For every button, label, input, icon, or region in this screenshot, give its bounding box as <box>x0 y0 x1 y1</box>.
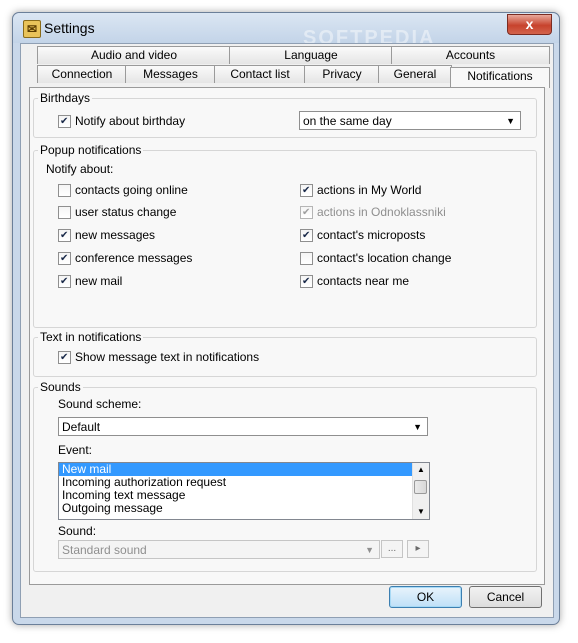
notify-about-label: Notify about: <box>46 162 114 176</box>
sounds-group-label: Sounds <box>38 380 83 394</box>
left-checkbox-4[interactable]: new mail <box>58 274 122 288</box>
window-title: Settings <box>44 20 95 36</box>
checkbox-box[interactable] <box>58 274 71 288</box>
ok-button[interactable]: OK <box>389 586 462 608</box>
right-checkbox-label: actions in My World <box>317 183 422 197</box>
right-checkbox-label: contact's microposts <box>317 228 426 242</box>
left-checkbox-label: contacts going online <box>75 183 188 197</box>
birthdays-group-label: Birthdays <box>38 91 93 105</box>
birthday-timing-dropdown[interactable]: on the same day ▼ <box>299 111 521 130</box>
left-checkbox-label: conference messages <box>75 251 193 265</box>
tab-messages[interactable]: Messages <box>125 65 216 83</box>
checkbox-box[interactable] <box>58 205 71 219</box>
birthday-timing-value: on the same day <box>303 114 392 128</box>
tab-general[interactable]: General <box>378 65 452 83</box>
tab-audio-and-video[interactable]: Audio and video <box>37 46 231 64</box>
sound-scheme-value: Default <box>62 420 101 434</box>
right-checkbox-4[interactable]: contacts near me <box>300 274 409 288</box>
cancel-button[interactable]: Cancel <box>469 586 542 608</box>
tab-accounts[interactable]: Accounts <box>391 46 550 64</box>
text-notifications-group-label: Text in notifications <box>38 330 144 344</box>
tab-privacy[interactable]: Privacy <box>304 65 380 83</box>
left-checkbox-label: new mail <box>75 274 123 288</box>
popup-group-label: Popup notifications <box>38 143 144 157</box>
notify-birthday-label: Notify about birthday <box>75 114 186 128</box>
checkbox-box[interactable] <box>300 183 313 197</box>
checkbox-box[interactable] <box>58 114 71 128</box>
tab-connection[interactable]: Connection <box>37 65 127 83</box>
checkbox-box[interactable] <box>300 274 313 288</box>
chevron-down-icon: ▼ <box>506 116 515 126</box>
chevron-down-icon: ▼ <box>413 422 422 432</box>
scroll-up-icon[interactable]: ▲ <box>413 463 429 477</box>
checkbox-box[interactable] <box>300 251 313 265</box>
right-checkbox-2[interactable]: contact's microposts <box>300 228 425 242</box>
sound-dropdown[interactable]: Standard sound ▼ <box>58 540 380 559</box>
right-checkbox-3[interactable]: contact's location change <box>300 251 451 265</box>
show-message-text-checkbox[interactable]: Show message text in notifications <box>58 350 259 364</box>
play-sound-button[interactable]: ▸ <box>407 540 429 558</box>
tab-contact-list[interactable]: Contact list <box>214 65 306 83</box>
chevron-down-icon: ▼ <box>365 545 374 555</box>
checkbox-box[interactable] <box>58 228 71 242</box>
scroll-down-icon[interactable]: ▼ <box>413 505 429 519</box>
sound-scheme-dropdown[interactable]: Default ▼ <box>58 417 428 436</box>
sound-scheme-label: Sound scheme: <box>58 397 142 411</box>
right-checkbox-0[interactable]: actions in My World <box>300 183 421 197</box>
close-button[interactable]: x <box>507 14 552 35</box>
event-label: Event: <box>58 443 93 457</box>
title-bar[interactable]: ✉ Settings SOFTPEDIA x <box>13 13 559 49</box>
notify-birthday-checkbox[interactable]: Notify about birthday <box>58 114 185 128</box>
checkbox-box[interactable] <box>58 183 71 197</box>
right-checkbox-label: contact's location change <box>317 251 452 265</box>
left-checkbox-2[interactable]: new messages <box>58 228 155 242</box>
checkbox-box[interactable] <box>300 228 313 242</box>
right-checkbox-1[interactable]: actions in Odnoklassniki <box>300 205 446 219</box>
left-checkbox-1[interactable]: user status change <box>58 205 176 219</box>
left-checkbox-3[interactable]: conference messages <box>58 251 192 265</box>
checkbox-box[interactable] <box>58 350 71 364</box>
scroll-thumb[interactable] <box>414 480 427 494</box>
checkbox-box[interactable] <box>300 205 313 219</box>
show-message-text-label: Show message text in notifications <box>75 350 260 364</box>
left-checkbox-label: new messages <box>75 228 156 242</box>
right-checkbox-label: contacts near me <box>317 274 410 288</box>
sound-value: Standard sound <box>62 543 147 557</box>
right-checkbox-label: actions in Odnoklassniki <box>317 205 446 219</box>
event-listbox[interactable]: New mail Incoming authorization request … <box>58 462 430 520</box>
app-logo-icon: ✉ <box>23 20 41 38</box>
event-item[interactable]: Outgoing message <box>59 502 429 515</box>
event-list-scrollbar[interactable]: ▲ ▼ <box>412 463 429 519</box>
tab-language[interactable]: Language <box>229 46 393 64</box>
left-checkbox-0[interactable]: contacts going online <box>58 183 188 197</box>
left-checkbox-label: user status change <box>75 205 177 219</box>
sound-label: Sound: <box>58 524 97 538</box>
checkbox-box[interactable] <box>58 251 71 265</box>
tab-notifications[interactable]: Notifications <box>450 67 550 88</box>
browse-sound-button[interactable]: ... <box>381 540 403 558</box>
